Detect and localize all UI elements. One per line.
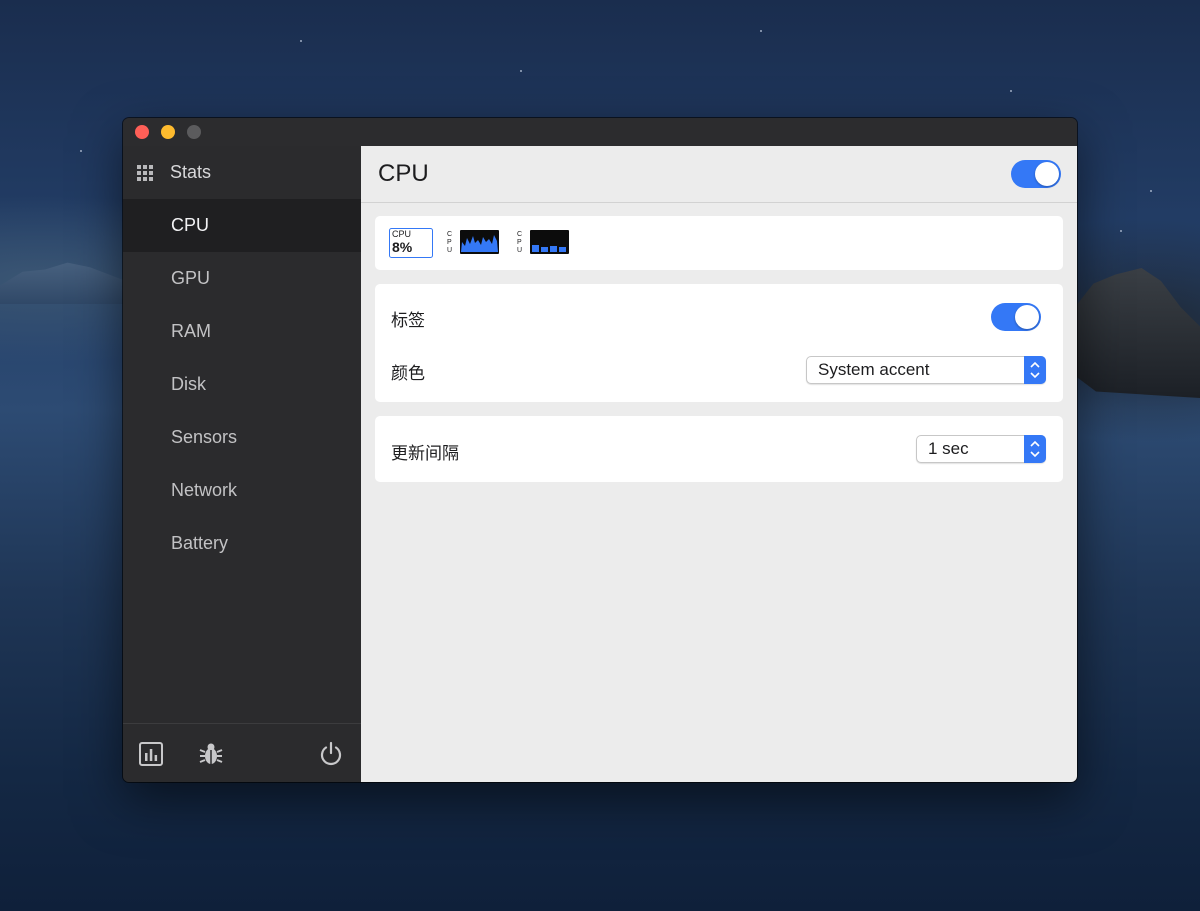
sidebar-item-label: CPU <box>171 215 210 235</box>
sidebar-item-label: GPU <box>171 268 211 288</box>
interval-select-value: 1 sec <box>928 439 969 458</box>
sidebar-item-disk[interactable]: Disk <box>123 358 361 411</box>
label-setting-label: 标签 <box>391 311 425 330</box>
page-title: CPU <box>378 160 429 187</box>
widgets-card: CPU 8% C P U C P U <box>375 216 1063 270</box>
main-header: CPU <box>361 146 1077 203</box>
sidebar-item-label: Network <box>171 480 238 500</box>
sidebar-item-ram[interactable]: RAM <box>123 305 361 358</box>
svg-text:C: C <box>517 231 522 238</box>
sidebar-item-network[interactable]: Network <box>123 464 361 517</box>
sidebar-item-label: RAM <box>171 321 211 341</box>
sidebar-footer <box>123 723 361 782</box>
widget-mini[interactable]: CPU 8% <box>389 228 433 263</box>
app-title: Stats <box>170 162 212 182</box>
color-select[interactable]: System accent <box>806 356 1046 384</box>
label-toggle[interactable] <box>991 303 1041 331</box>
widget-mini-value: 8% <box>392 239 413 255</box>
bug-icon[interactable] <box>197 740 225 768</box>
main-panel: CPU CPU 8% C P U C P U 标签 颜色 System acce… <box>361 146 1077 782</box>
sidebar-item-gpu[interactable]: GPU <box>123 252 361 305</box>
power-icon[interactable] <box>317 740 345 768</box>
chevron-updown-icon <box>1024 356 1046 384</box>
module-enable-toggle[interactable] <box>1011 160 1061 188</box>
chevron-updown-icon <box>1024 435 1046 463</box>
close-button[interactable] <box>135 125 149 139</box>
island-right <box>1070 268 1200 398</box>
widget-mini-label: CPU <box>392 229 412 239</box>
widget-bar-chart[interactable]: C P U <box>517 228 571 261</box>
svg-text:P: P <box>447 239 452 246</box>
sidebar-item-sensors[interactable]: Sensors <box>123 411 361 464</box>
app-window: Stats CPU GPU RAM Disk Sensors Network B… <box>123 118 1077 782</box>
interval-card: 更新间隔 1 sec <box>375 416 1063 482</box>
widget-line-chart[interactable]: C P U <box>447 228 501 261</box>
minimize-button[interactable] <box>161 125 175 139</box>
interval-select[interactable]: 1 sec <box>916 435 1046 463</box>
sidebar: Stats CPU GPU RAM Disk Sensors Network B… <box>123 146 361 782</box>
svg-text:P: P <box>517 239 522 246</box>
sidebar-item-label: Sensors <box>171 427 238 447</box>
settings-card: 标签 颜色 System accent <box>375 284 1063 402</box>
zoom-button[interactable] <box>187 125 201 139</box>
svg-text:U: U <box>517 247 522 254</box>
sidebar-item-cpu[interactable]: CPU <box>123 199 361 252</box>
color-select-value: System accent <box>818 360 930 379</box>
sidebar-item-label: Battery <box>171 533 229 553</box>
title-bar[interactable] <box>123 118 1077 146</box>
grid-icon <box>137 165 153 181</box>
bar-chart-icon[interactable] <box>137 740 165 768</box>
sidebar-item-battery[interactable]: Battery <box>123 517 361 570</box>
svg-text:U: U <box>447 247 452 254</box>
sidebar-header[interactable]: Stats <box>123 146 361 198</box>
svg-text:C: C <box>447 231 452 238</box>
interval-setting-label: 更新间隔 <box>391 444 459 463</box>
sidebar-item-label: Disk <box>171 374 206 394</box>
color-setting-label: 颜色 <box>391 364 425 383</box>
